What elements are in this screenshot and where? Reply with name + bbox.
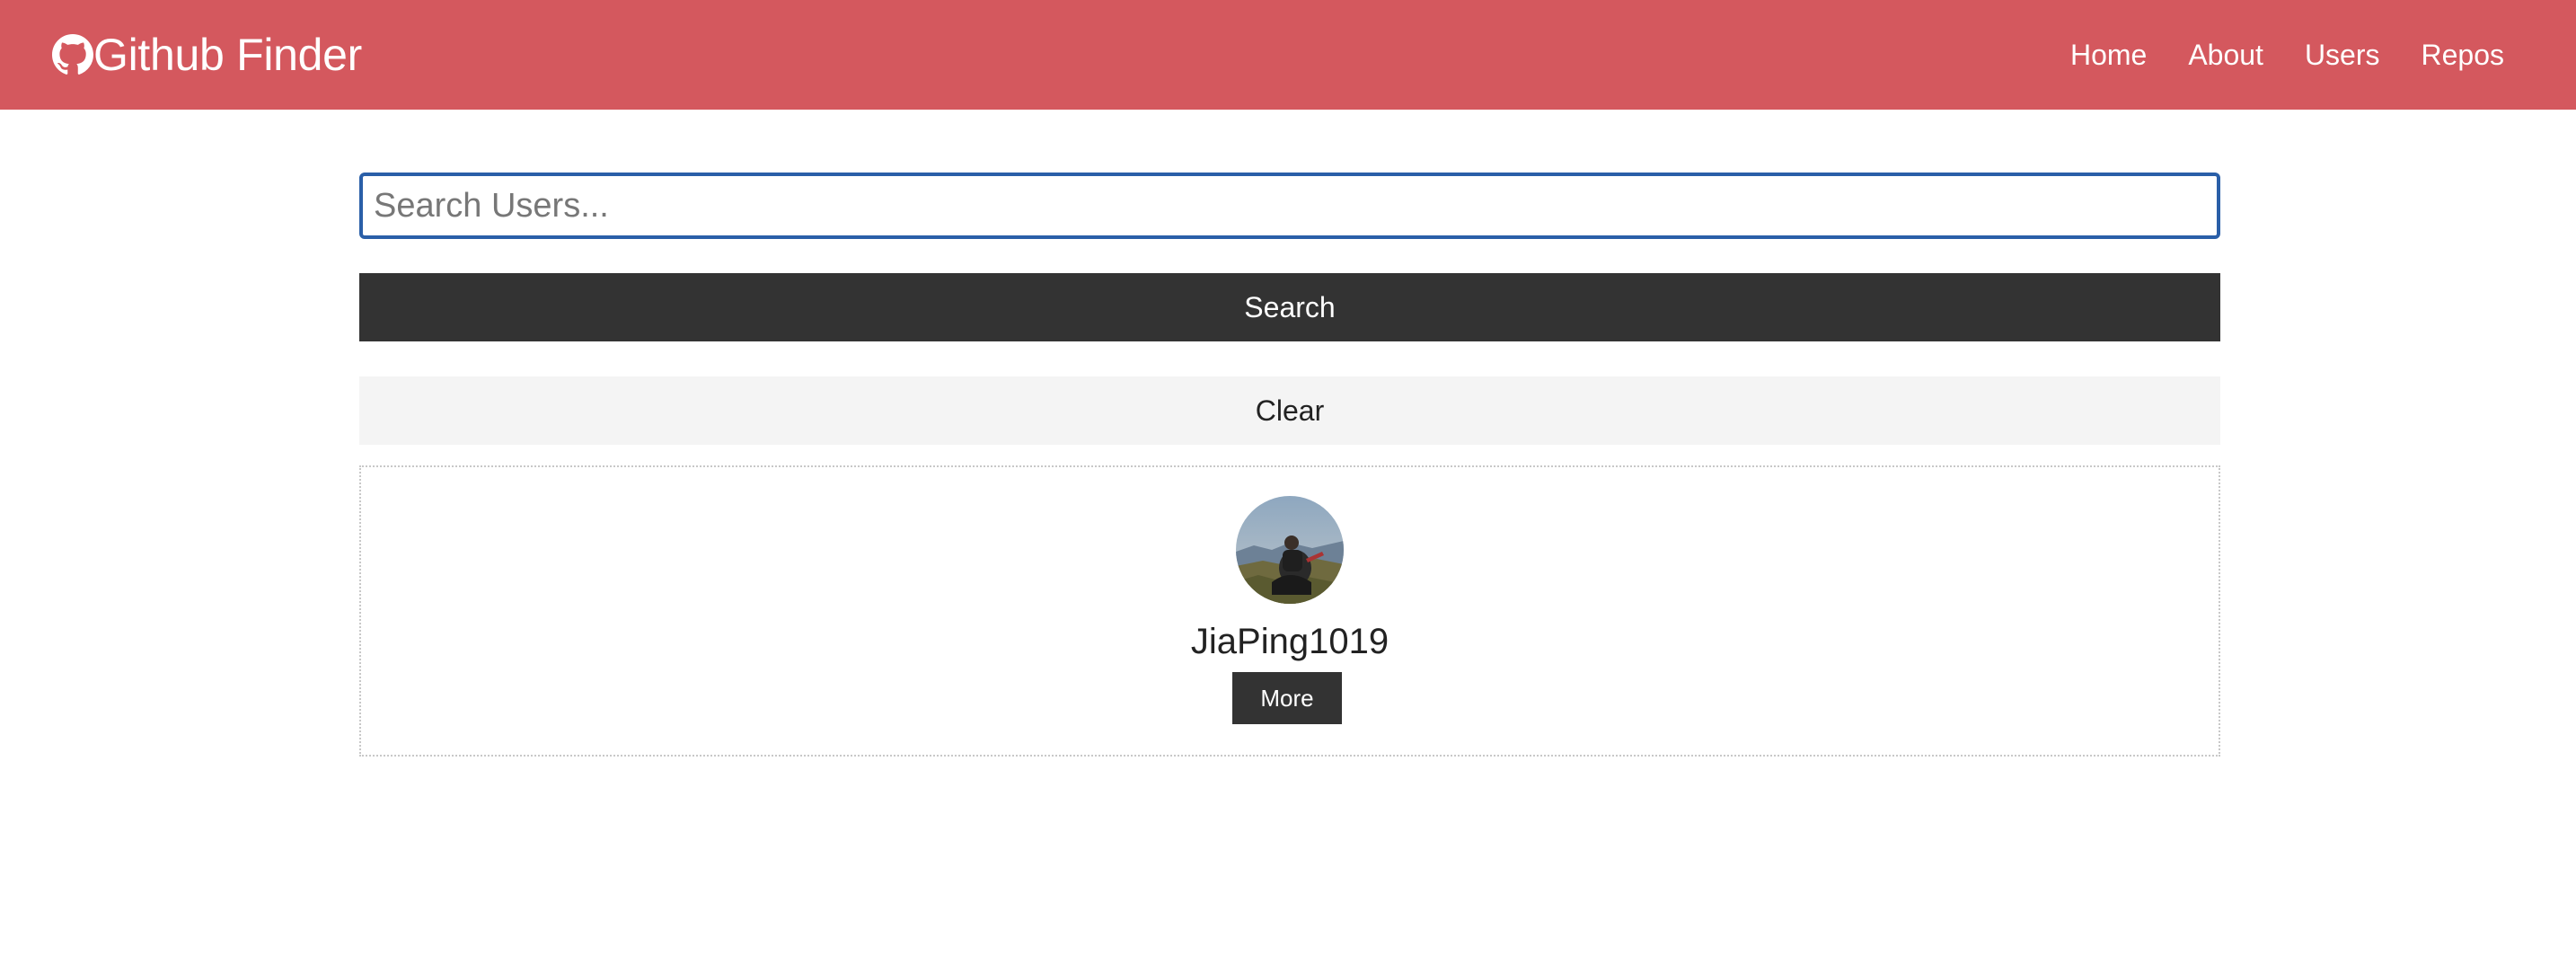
search-button[interactable]: Search — [359, 273, 2220, 341]
nav-link-users[interactable]: Users — [2305, 39, 2380, 72]
nav-link-repos[interactable]: Repos — [2422, 39, 2505, 72]
nav-link-home[interactable]: Home — [2070, 39, 2147, 72]
brand-title: Github Finder — [93, 30, 363, 80]
search-input[interactable] — [359, 173, 2220, 239]
user-card: JiaPing1019 More — [359, 465, 2220, 757]
github-icon — [52, 34, 93, 75]
clear-button[interactable]: Clear — [359, 376, 2220, 445]
nav-link-about[interactable]: About — [2188, 39, 2263, 72]
user-login: JiaPing1019 — [1190, 622, 1389, 661]
user-avatar-photo — [1236, 496, 1344, 604]
user-avatar — [1236, 496, 1344, 604]
brand-link[interactable]: Github Finder — [52, 27, 362, 83]
more-button[interactable]: More — [1232, 672, 1342, 724]
nav-menu: Home About Users Repos — [2029, 0, 2504, 110]
navbar: Github Finder Home About Users Repos — [0, 0, 2576, 110]
